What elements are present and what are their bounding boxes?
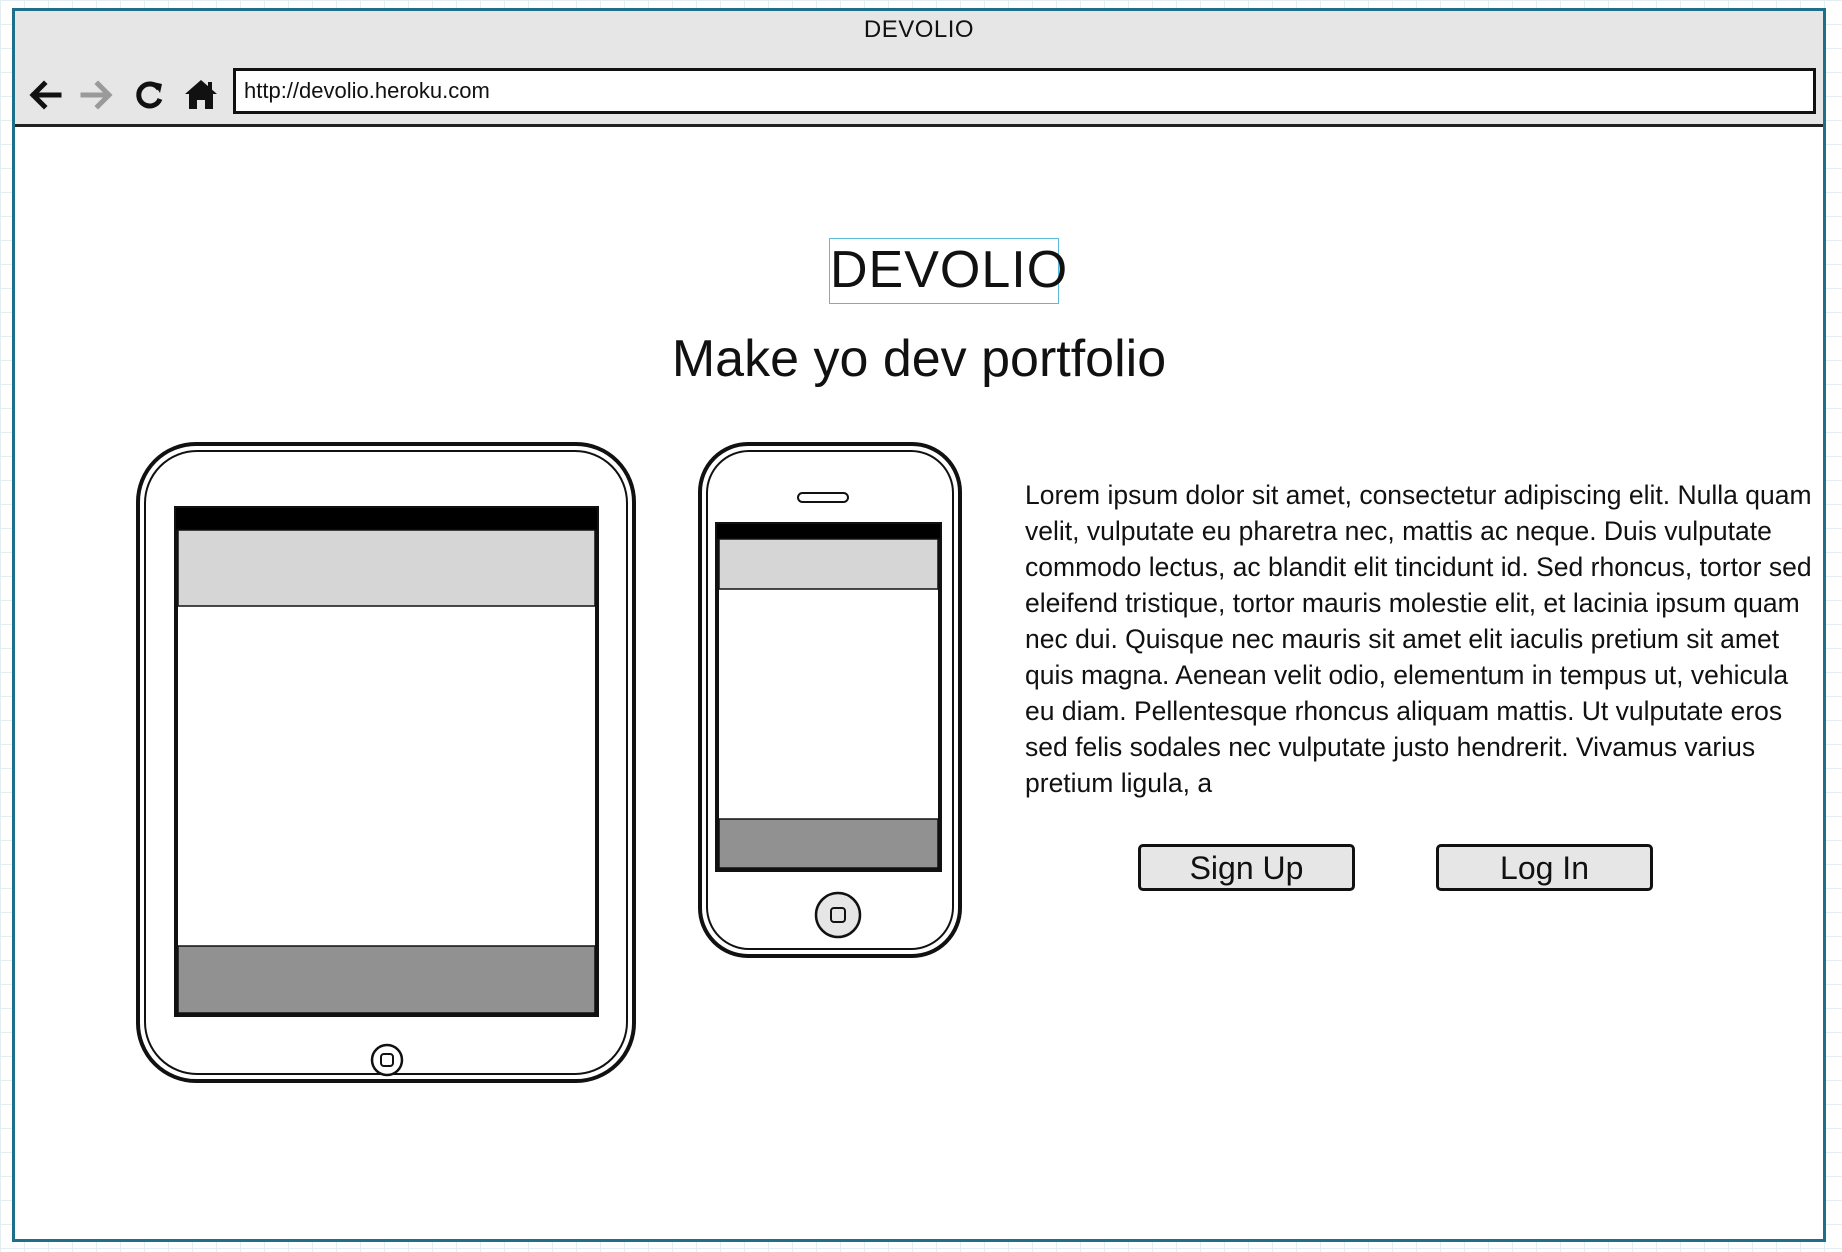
home-icon[interactable] xyxy=(181,75,221,115)
browser-toolbar: DEVOLIO http://devolio.heroku.com xyxy=(15,11,1823,127)
window-title: DEVOLIO xyxy=(863,16,975,43)
phone-mockup xyxy=(698,442,962,958)
browser-window: DEVOLIO http://devolio.heroku.com DEVOLI… xyxy=(12,8,1826,1242)
tagline: Make yo dev portfolio xyxy=(671,330,1167,388)
page-title: DEVOLIO xyxy=(830,241,1069,299)
reload-icon[interactable] xyxy=(129,75,169,115)
description-text: Lorem ipsum dolor sit amet, consectetur … xyxy=(1025,480,1812,798)
url-input[interactable]: http://devolio.heroku.com xyxy=(233,68,1816,114)
arrow-left-icon[interactable] xyxy=(25,75,65,115)
log-in-button[interactable]: Log In xyxy=(1436,844,1653,891)
page-title-box: DEVOLIO xyxy=(829,238,1069,304)
tablet-mockup xyxy=(136,442,636,1083)
sign-up-button[interactable]: Sign Up xyxy=(1138,844,1355,891)
arrow-right-icon[interactable] xyxy=(77,75,117,115)
